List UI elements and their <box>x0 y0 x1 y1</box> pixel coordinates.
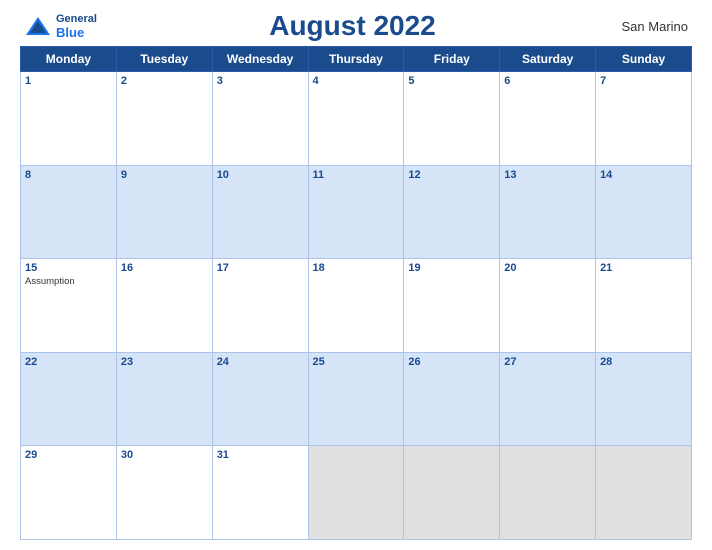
weekday-sunday: Sunday <box>596 47 692 72</box>
calendar-day: 20 <box>500 259 596 353</box>
day-number: 27 <box>504 356 591 368</box>
calendar-day: 27 <box>500 352 596 446</box>
calendar-week-row: 29 30 31 <box>21 446 692 540</box>
day-number: 7 <box>600 75 687 87</box>
day-number: 8 <box>25 169 112 181</box>
day-number: 5 <box>408 75 495 87</box>
logo: General Blue <box>24 13 97 40</box>
month-title: August 2022 <box>97 10 608 42</box>
calendar-day: 2 <box>116 72 212 166</box>
calendar-week-row: 22 23 24 25 26 27 28 <box>21 352 692 446</box>
calendar-day: 18 <box>308 259 404 353</box>
calendar-day: 1 <box>21 72 117 166</box>
calendar-day: 10 <box>212 165 308 259</box>
calendar-day: 29 <box>21 446 117 540</box>
logo-general-text: General <box>56 13 97 25</box>
day-number: 9 <box>121 169 208 181</box>
day-number: 3 <box>217 75 304 87</box>
day-number: 29 <box>25 449 112 461</box>
calendar-day: 23 <box>116 352 212 446</box>
country-label: San Marino <box>608 19 688 34</box>
generalblue-logo-icon <box>24 15 52 37</box>
weekday-wednesday: Wednesday <box>212 47 308 72</box>
calendar-day <box>404 446 500 540</box>
calendar-day: 4 <box>308 72 404 166</box>
calendar-day: 11 <box>308 165 404 259</box>
calendar-week-row: 89 10 11 12 13 14 <box>21 165 692 259</box>
calendar-header: General Blue August 2022 San Marino <box>20 10 692 42</box>
calendar-day: 7 <box>596 72 692 166</box>
day-number: 22 <box>25 356 112 368</box>
calendar-day: 26 <box>404 352 500 446</box>
weekday-saturday: Saturday <box>500 47 596 72</box>
day-number: 12 <box>408 169 495 181</box>
day-number: 30 <box>121 449 208 461</box>
calendar-day: 12 <box>404 165 500 259</box>
calendar-day <box>308 446 404 540</box>
calendar-day: 8 <box>21 165 117 259</box>
calendar-day <box>596 446 692 540</box>
calendar-day: 31 <box>212 446 308 540</box>
day-number: 11 <box>313 169 400 181</box>
day-number: 21 <box>600 262 687 274</box>
weekday-header-row: Monday Tuesday Wednesday Thursday Friday… <box>21 47 692 72</box>
weekday-monday: Monday <box>21 47 117 72</box>
calendar-day: 15 Assumption <box>21 259 117 353</box>
calendar-day: 5 <box>404 72 500 166</box>
day-number: 6 <box>504 75 591 87</box>
day-number: 4 <box>313 75 400 87</box>
calendar-day: 30 <box>116 446 212 540</box>
weekday-thursday: Thursday <box>308 47 404 72</box>
logo-blue-text: Blue <box>56 25 97 40</box>
calendar-day: 24 <box>212 352 308 446</box>
day-number: 14 <box>600 169 687 181</box>
calendar-day: 14 <box>596 165 692 259</box>
day-number: 24 <box>217 356 304 368</box>
day-number: 15 <box>25 262 112 274</box>
day-number: 31 <box>217 449 304 461</box>
calendar-table: Monday Tuesday Wednesday Thursday Friday… <box>20 46 692 540</box>
calendar-day: 6 <box>500 72 596 166</box>
calendar-day: 9 <box>116 165 212 259</box>
calendar-week-row: 15 Assumption 16 17 18 19 20 21 <box>21 259 692 353</box>
weekday-friday: Friday <box>404 47 500 72</box>
calendar-week-row: 1234567 <box>21 72 692 166</box>
day-number: 13 <box>504 169 591 181</box>
day-number: 23 <box>121 356 208 368</box>
day-number: 16 <box>121 262 208 274</box>
day-number: 1 <box>25 75 112 87</box>
day-number: 19 <box>408 262 495 274</box>
calendar-day: 16 <box>116 259 212 353</box>
day-number: 10 <box>217 169 304 181</box>
calendar-day: 3 <box>212 72 308 166</box>
day-number: 26 <box>408 356 495 368</box>
calendar-day: 19 <box>404 259 500 353</box>
day-number: 17 <box>217 262 304 274</box>
day-number: 2 <box>121 75 208 87</box>
calendar-day: 22 <box>21 352 117 446</box>
calendar-day: 17 <box>212 259 308 353</box>
day-number: 28 <box>600 356 687 368</box>
calendar-day <box>500 446 596 540</box>
day-number: 25 <box>313 356 400 368</box>
calendar-day: 13 <box>500 165 596 259</box>
calendar-day: 28 <box>596 352 692 446</box>
calendar-day: 21 <box>596 259 692 353</box>
day-number: 20 <box>504 262 591 274</box>
event-label: Assumption <box>25 276 112 287</box>
day-number: 18 <box>313 262 400 274</box>
calendar-day: 25 <box>308 352 404 446</box>
weekday-tuesday: Tuesday <box>116 47 212 72</box>
